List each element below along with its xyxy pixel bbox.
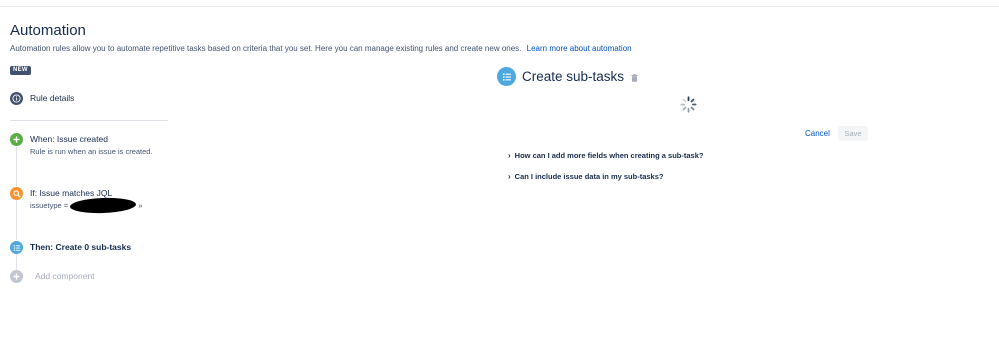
trash-icon[interactable] (631, 69, 638, 87)
faq-item[interactable]: › How can I add more fields when creatin… (508, 151, 703, 160)
trigger-description: Rule is run when an issue is created. (30, 147, 153, 156)
rule-details-step[interactable]: Rule details (10, 92, 74, 105)
jql-suffix: » (138, 201, 143, 210)
rule-details-label: Rule details (30, 93, 75, 103)
faq-item[interactable]: › Can I include issue data in my sub-tas… (508, 172, 663, 181)
search-icon (10, 187, 23, 200)
divider (10, 120, 168, 121)
plus-icon (10, 270, 23, 283)
save-button[interactable]: Save (838, 126, 868, 141)
condition-label: If: Issue matches JQL (30, 188, 113, 198)
faq-question: Can I include issue data in my sub-tasks… (514, 172, 664, 181)
panel-header: Create sub-tasks (497, 66, 638, 87)
plus-icon (10, 133, 23, 146)
list-icon (497, 67, 516, 86)
info-icon (10, 92, 23, 105)
add-component-label: Add component (35, 271, 95, 281)
description-text: Automation rules allow you to automate r… (10, 44, 522, 53)
trigger-label: When: Issue created (30, 134, 108, 144)
trigger-step[interactable]: When: Issue created Rule is run when an … (10, 133, 153, 156)
loading-spinner-icon (680, 96, 697, 113)
learn-more-link[interactable]: Learn more about automation (527, 44, 632, 53)
panel-title: Create sub-tasks (522, 69, 625, 84)
action-step[interactable]: Then: Create 0 sub-tasks (10, 241, 131, 254)
page-title: Automation (10, 22, 86, 39)
list-icon (10, 241, 23, 254)
faq-question: How can I add more fields when creating … (514, 151, 704, 160)
cancel-button[interactable]: Cancel (805, 129, 830, 138)
new-badge: NEW (10, 66, 31, 75)
top-rule (0, 6, 999, 7)
connector-line (16, 254, 17, 270)
jql-prefix: issuetype = (30, 201, 69, 210)
page-description: Automation rules allow you to automate r… (10, 44, 632, 53)
chevron-right-icon: › (508, 151, 511, 160)
add-component-step[interactable]: Add component (10, 270, 95, 283)
chevron-right-icon: › (508, 172, 511, 181)
action-label: Then: Create 0 sub-tasks (30, 242, 132, 252)
